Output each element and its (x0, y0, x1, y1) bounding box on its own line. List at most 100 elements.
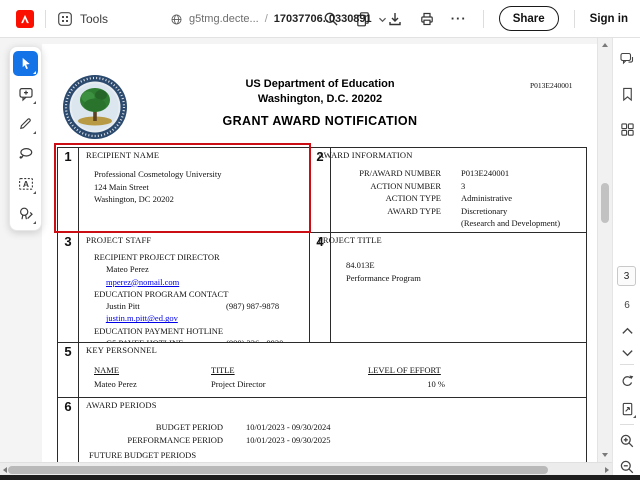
browser-toolbar: Tools g5tmg.decte... / 17037706..0330891 (0, 0, 640, 38)
submenu-indicator (33, 221, 36, 224)
bookmarks-panel-icon[interactable] (618, 85, 636, 103)
fit-page-icon[interactable] (618, 400, 636, 418)
current-page-input[interactable]: 3 (617, 266, 636, 286)
text-tool-letter: A (22, 179, 28, 189)
field-value: P013E240001 (461, 168, 510, 178)
vertical-scrollbar-thumb[interactable] (601, 183, 609, 223)
director-email-link[interactable]: mperez@nomail.com (106, 276, 179, 288)
column-header-effort: LEVEL OF EFFORT (368, 365, 441, 375)
zoom-out-icon[interactable] (618, 458, 636, 476)
comment-tool-button[interactable] (13, 81, 38, 106)
page-thumbnails-icon[interactable] (618, 120, 636, 138)
zoom-in-icon[interactable] (618, 432, 636, 450)
section-label: PROJECT STAFF (86, 235, 152, 245)
scroll-right-arrow[interactable] (605, 466, 609, 473)
field-label: ACTION NUMBER (370, 180, 441, 191)
scroll-up-arrow[interactable] (602, 43, 608, 47)
period-label: BUDGET PERIOD (155, 422, 223, 432)
program-contact-name: Justin Pitt (106, 301, 140, 312)
cfda-number: 84.013E (346, 260, 375, 270)
program-title: Performance Program (346, 272, 421, 283)
vertical-scrollbar[interactable] (597, 38, 612, 462)
section-number: 3 (58, 233, 79, 342)
section-project-title: 4 PROJECT TITLE 84.013E Performance Prog… (309, 232, 587, 343)
text-box-tool-button[interactable]: A (13, 171, 38, 196)
pencil-tool-button[interactable] (13, 111, 38, 136)
field-value: 3 (461, 180, 466, 191)
previous-page-icon[interactable] (618, 322, 636, 340)
field-label (332, 217, 441, 230)
submenu-indicator (33, 191, 36, 194)
stamp-tool-button[interactable] (13, 201, 38, 226)
period-value: 10/01/2023 - 09/30/2025 (246, 434, 331, 445)
field-label: AWARD TYPE (387, 205, 441, 216)
staff-heading: EDUCATION PAYMENT HOTLINE (94, 325, 224, 336)
submenu-indicator (633, 415, 636, 418)
section-label: PROJECT TITLE (318, 235, 382, 245)
pdf-page: P013E240001 US Department of Education W… (42, 44, 597, 462)
column-header-name: NAME (94, 365, 120, 375)
section-number: 5 (58, 343, 79, 397)
more-options-icon[interactable]: ··· (450, 10, 468, 28)
section-number: 4 (310, 233, 331, 342)
section-award-periods: 6 AWARD PERIODS BUDGET PERIOD 10/01/2023 … (57, 397, 587, 462)
breadcrumb-site: g5tmg.decte... (189, 13, 259, 25)
field-value: Administrative (461, 193, 512, 203)
print-icon[interactable] (418, 10, 436, 28)
share-button[interactable]: Share (498, 6, 559, 31)
select-tool-button[interactable] (13, 51, 38, 76)
annotation-tool-panel: A (9, 46, 42, 231)
adobe-acrobat-logo-icon[interactable] (16, 9, 34, 28)
horizontal-scrollbar[interactable] (0, 462, 612, 475)
section-label: AWARD INFORMATION (318, 150, 413, 160)
breadcrumb-separator: / (264, 13, 268, 25)
tools-button[interactable]: Tools (57, 11, 108, 27)
lasso-tool-button[interactable] (13, 141, 38, 166)
horizontal-scrollbar-thumb[interactable] (8, 465, 548, 474)
breadcrumb-filename: 17037706..0330891 (273, 13, 372, 25)
staff-heading: RECIPIENT PROJECT DIRECTOR (94, 252, 220, 262)
field-value: (Research and Development) (461, 218, 561, 228)
recipient-name-highlight-box (54, 143, 311, 233)
period-value: 10/01/2023 - 09/30/2024 (246, 422, 331, 432)
comments-panel-icon[interactable] (618, 50, 636, 68)
scroll-down-arrow[interactable] (602, 453, 608, 457)
tools-label: Tools (80, 11, 109, 26)
program-contact-phone: (987) 987-9878 (226, 301, 280, 312)
org-line1: US Department of Education (245, 78, 395, 90)
department-of-education-seal (62, 74, 128, 140)
chevron-down-icon[interactable] (378, 16, 387, 23)
personnel-title: Project Director (211, 379, 266, 389)
submenu-indicator (33, 101, 36, 104)
program-contact-email-link[interactable]: justin.m.pitt@ed.gov (106, 312, 178, 324)
next-page-icon[interactable] (618, 344, 636, 362)
toolbar-divider (482, 9, 484, 28)
right-sidebar: 3 6 (612, 38, 640, 475)
section-award-information: 2 AWARD INFORMATION PR/AWARD NUMBER P013E… (309, 147, 587, 233)
scroll-left-arrow[interactable] (3, 466, 7, 473)
section-label: AWARD PERIODS (86, 400, 157, 410)
acrobat-web-viewer: Tools g5tmg.decte... / 17037706..0330891 (0, 0, 640, 480)
field-label: ACTION TYPE (385, 193, 441, 203)
breadcrumb[interactable]: g5tmg.decte... / 17037706..0330891 (170, 0, 387, 38)
document-title: GRANT AWARD NOTIFICATION (222, 114, 418, 128)
tools-grid-icon (57, 11, 73, 27)
submenu-indicator (33, 71, 36, 74)
globe-icon (170, 13, 183, 26)
section-project-staff: 3 PROJECT STAFF RECIPIENT PROJECT DIRECT… (57, 232, 310, 348)
sidebar-divider (620, 364, 634, 365)
personnel-effort: 10 % (427, 379, 445, 389)
document-header: US Department of Education Washington, D… (160, 77, 480, 106)
section-number: 2 (310, 148, 331, 232)
section-label: KEY PERSONNEL (86, 345, 157, 355)
sidebar-divider (620, 424, 634, 425)
personnel-name: Mateo Perez (94, 379, 137, 389)
field-label: PR/AWARD NUMBER (359, 168, 441, 178)
rotate-page-icon[interactable] (618, 372, 636, 390)
award-ref-number: P013E240001 (530, 81, 573, 90)
director-name: Mateo Perez (106, 264, 149, 275)
download-icon[interactable] (386, 10, 404, 28)
column-header-title: TITLE (211, 365, 235, 375)
sign-in-button[interactable]: Sign in (590, 13, 628, 25)
bottom-edge-strip (0, 475, 640, 480)
